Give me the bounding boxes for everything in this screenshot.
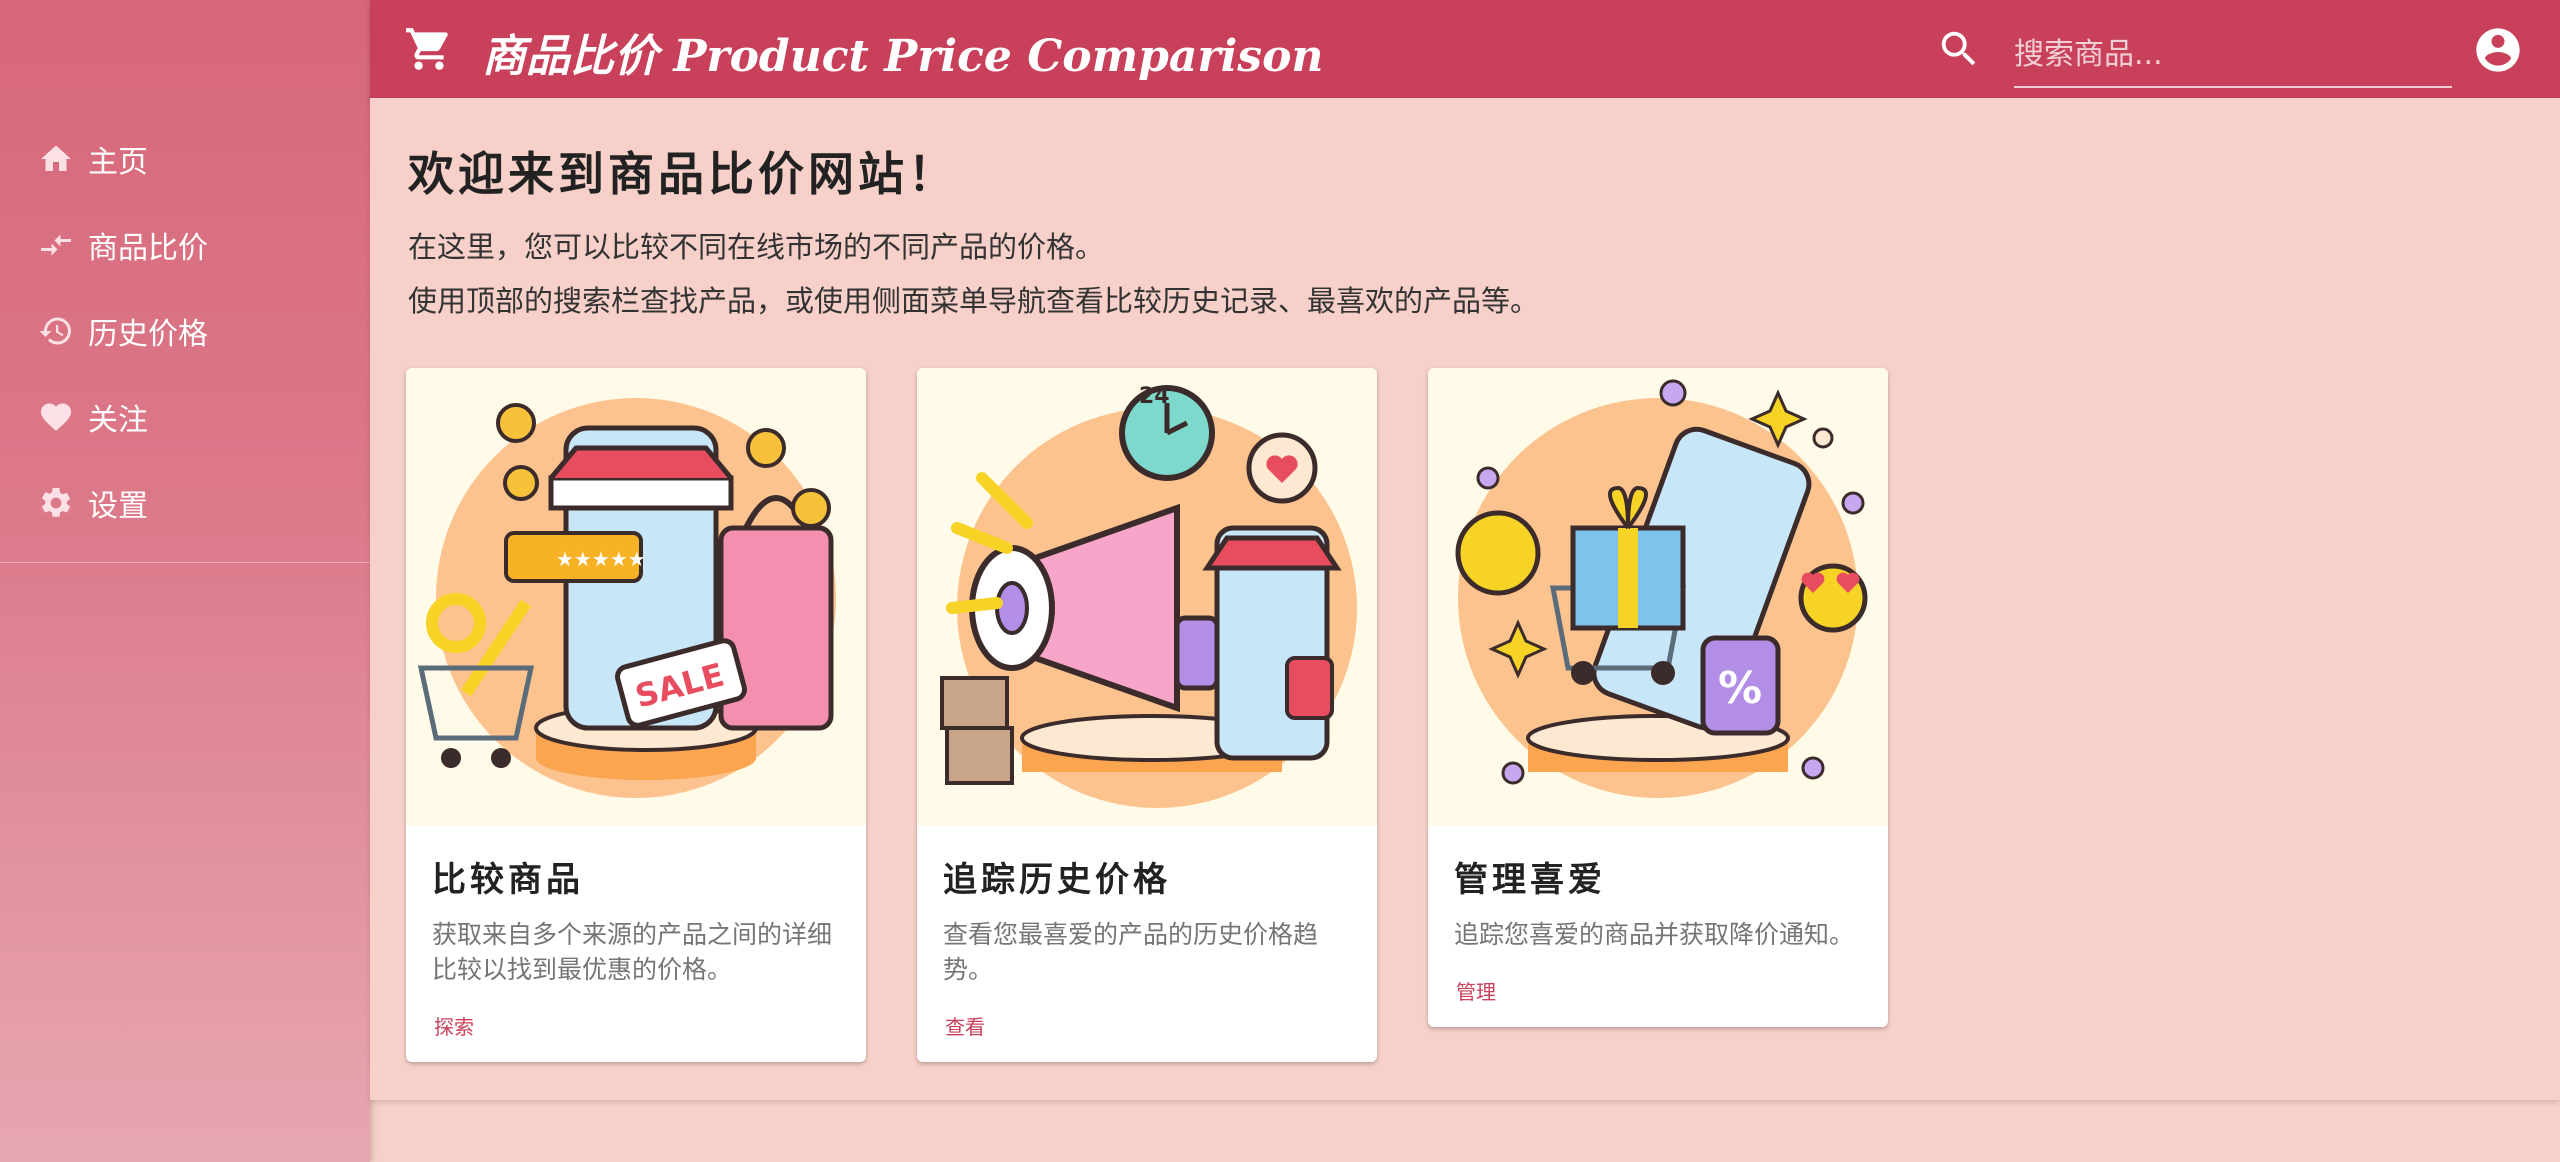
history-illustration: 24 bbox=[917, 368, 1377, 826]
sidebar-item-favorites[interactable]: 关注 bbox=[0, 374, 370, 460]
account-circle-icon[interactable] bbox=[2472, 24, 2524, 76]
svg-text:★★★★★: ★★★★★ bbox=[556, 547, 646, 571]
shopping-cart-icon bbox=[404, 24, 454, 74]
feature-card-compare: ★★★★★ SALE 比较商品 获取来自多个来源的产品之间的详细比较以找到最优惠… bbox=[406, 368, 866, 1062]
sidebar-item-history[interactable]: 历史价格 bbox=[0, 288, 370, 374]
main-content: 欢迎来到商品比价网站！ 在这里，您可以比较不同在线市场的不同产品的价格。 使用顶… bbox=[370, 98, 2560, 1100]
svg-text:%: % bbox=[1718, 663, 1762, 714]
sidebar-item-label: 主页 bbox=[88, 145, 148, 180]
card-description: 查看您最喜爱的产品的历史价格趋势。 bbox=[943, 920, 1319, 984]
sidebar: 主页 商品比价 历史价格 关注 设置 bbox=[0, 0, 370, 1162]
app-bar: 商品比价 Product Price Comparison bbox=[370, 0, 2560, 98]
card-title: 比较商品 bbox=[432, 860, 584, 900]
sidebar-item-label: 关注 bbox=[88, 403, 148, 438]
explore-button[interactable]: 探索 bbox=[434, 1011, 474, 1040]
history-icon bbox=[39, 317, 71, 345]
sidebar-item-settings[interactable]: 设置 bbox=[0, 460, 370, 546]
home-icon bbox=[41, 145, 71, 171]
heart-icon bbox=[41, 403, 71, 432]
search-input[interactable] bbox=[2014, 22, 2452, 88]
card-description: 追踪您喜爱的商品并获取降价通知。 bbox=[1454, 920, 1855, 949]
compare-illustration: ★★★★★ SALE bbox=[406, 368, 866, 826]
card-title: 追踪历史价格 bbox=[943, 860, 1171, 900]
card-title: 管理喜爱 bbox=[1454, 860, 1606, 900]
sidebar-item-home[interactable]: 主页 bbox=[0, 116, 370, 202]
compare-arrows-icon bbox=[41, 234, 71, 256]
sidebar-item-compare[interactable]: 商品比价 bbox=[0, 202, 370, 288]
card-description: 获取来自多个来源的产品之间的详细比较以找到最优惠的价格。 bbox=[432, 920, 833, 984]
sidebar-item-label: 商品比价 bbox=[88, 231, 208, 266]
sidebar-item-label: 设置 bbox=[88, 489, 148, 524]
feature-card-history: 24 追踪历史价格 查看您最喜爱的产品的历史价格趋势。 查看 bbox=[917, 368, 1377, 1062]
manage-button[interactable]: 管理 bbox=[1456, 976, 1496, 1005]
page-title: 欢迎来到商品比价网站！ bbox=[408, 147, 958, 201]
view-button[interactable]: 查看 bbox=[945, 1011, 985, 1040]
search-icon[interactable] bbox=[1936, 26, 1982, 72]
gear-icon bbox=[41, 487, 71, 517]
sidebar-item-label: 历史价格 bbox=[88, 317, 208, 352]
feature-card-favorites: % 管理喜爱 追踪您喜爱的商品并获取降价通知。 管理 bbox=[1428, 368, 1888, 1027]
favorites-illustration: % bbox=[1428, 368, 1888, 826]
intro-text: 在这里，您可以比较不同在线市场的不同产品的价格。 bbox=[408, 230, 1105, 264]
sidebar-menu: 主页 商品比价 历史价格 关注 设置 bbox=[0, 116, 370, 563]
app-title: 商品比价 Product Price Comparison bbox=[482, 31, 1324, 82]
intro-text-2: 使用顶部的搜索栏查找产品，或使用侧面菜单导航查看比较历史记录、最喜欢的产品等。 bbox=[408, 284, 1540, 318]
clock-24-label: 24 bbox=[1139, 384, 1170, 409]
